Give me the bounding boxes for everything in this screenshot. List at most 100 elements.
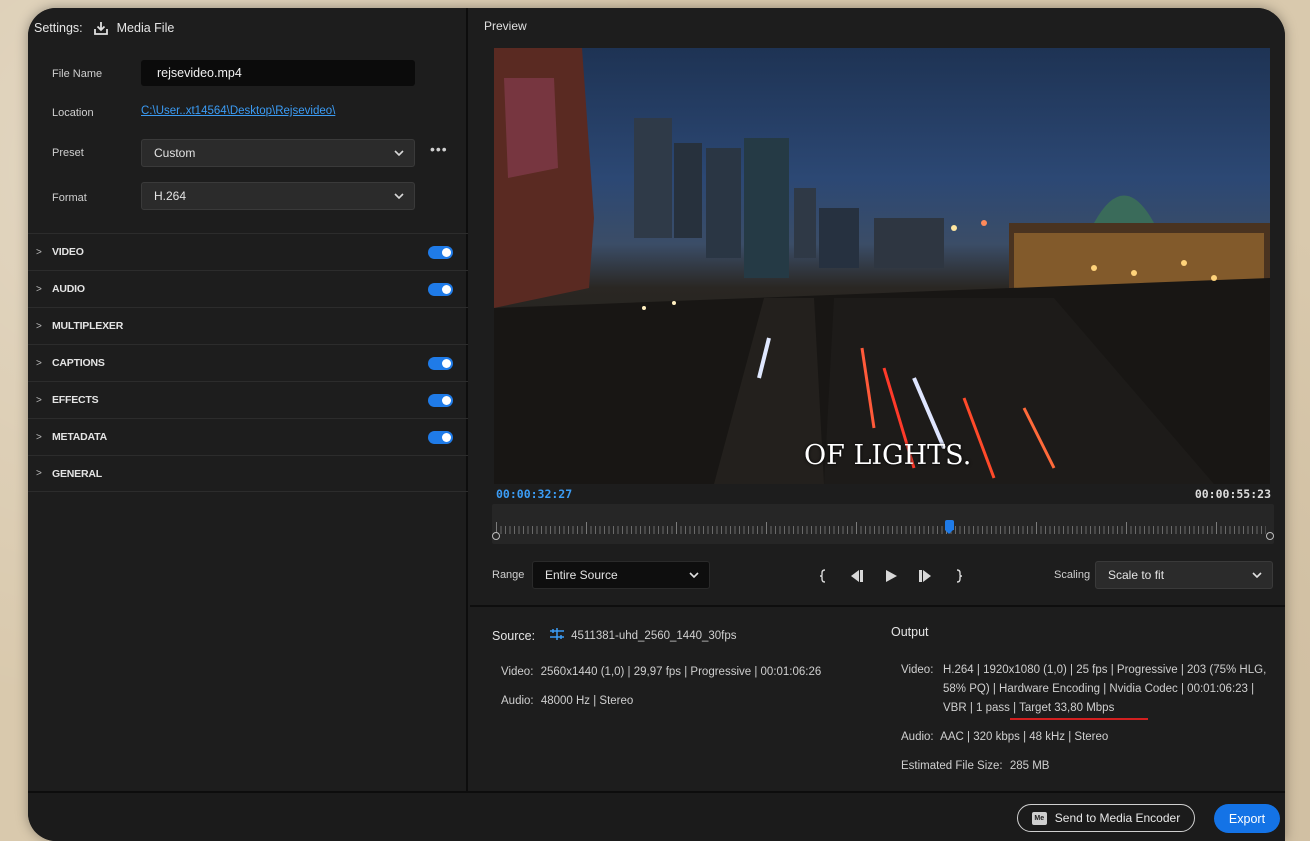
- output-video-lines: H.264 | 1920x1080 (1,0) | 25 fps | Progr…: [943, 661, 1283, 718]
- estimated-size-value: 285 MB: [1009, 760, 1050, 772]
- section-video[interactable]: > VIDEO: [28, 233, 468, 270]
- section-label: CAPTIONS: [52, 357, 105, 369]
- city-night-scene: [494, 48, 1270, 484]
- output-audio-value: AAC | 320 kbps | 48 kHz | Stereo: [940, 731, 1109, 743]
- send-to-media-encoder-label: Send to Media Encoder: [1054, 811, 1181, 825]
- range-label: Range: [492, 569, 525, 581]
- section-captions[interactable]: > CAPTIONS: [28, 344, 468, 381]
- preview-panel: Preview OF LIGHTS. 00:00:32:27 00:00:55:…: [470, 8, 1285, 791]
- scaling-select[interactable]: Scale to fit: [1095, 561, 1273, 589]
- caption-overlay: OF LIGHTS.: [804, 440, 972, 471]
- media-encoder-icon: Me: [1031, 811, 1047, 825]
- video-toggle[interactable]: [428, 246, 453, 259]
- format-value: H.264: [154, 189, 187, 203]
- export-dialog: Settings: Media File File Name Location …: [28, 8, 1285, 841]
- chevron-right-icon: >: [36, 468, 42, 479]
- chevron-down-icon: [384, 193, 414, 199]
- chevron-down-icon: [679, 572, 709, 578]
- source-audio-value: 48000 Hz | Stereo: [540, 695, 634, 707]
- set-out-point-icon[interactable]: [942, 565, 976, 587]
- section-metadata[interactable]: > METADATA: [28, 418, 468, 455]
- out-point-handle[interactable]: [1266, 532, 1274, 540]
- range-select[interactable]: Entire Source: [532, 561, 710, 589]
- in-point-handle[interactable]: [492, 532, 500, 540]
- timeline-major-ticks: [496, 522, 1266, 534]
- sequence-icon: [549, 627, 565, 644]
- step-back-icon[interactable]: [840, 565, 874, 587]
- output-video-line-1: H.264 | 1920x1080 (1,0) | 25 fps | Progr…: [943, 664, 1267, 676]
- output-video-key: Video:: [901, 664, 934, 676]
- destination-label: Media File: [116, 21, 175, 35]
- preset-label: Preset: [52, 147, 84, 159]
- settings-panel: Settings: Media File File Name Location …: [28, 8, 468, 791]
- source-video-value: 2560x1440 (1,0) | 29,97 fps | Progressiv…: [540, 666, 822, 678]
- section-label: METADATA: [52, 431, 107, 443]
- output-video-key-wrap: Video:: [901, 661, 937, 680]
- metadata-toggle[interactable]: [428, 431, 453, 444]
- step-forward-icon[interactable]: [908, 565, 942, 587]
- estimated-size-key: Estimated File Size:: [901, 760, 1003, 772]
- output-video-line-3: VBR | 1 pass | Target 33,80 Mbps: [943, 702, 1115, 714]
- preset-value: Custom: [154, 146, 196, 160]
- source-name: 4511381-uhd_2560_1440_30fps: [571, 629, 737, 642]
- range-value: Entire Source: [545, 568, 618, 582]
- chevron-right-icon: >: [36, 357, 42, 369]
- video-preview: OF LIGHTS.: [494, 48, 1270, 484]
- file-name-label: File Name: [52, 68, 103, 80]
- output-audio-key: Audio:: [901, 731, 934, 743]
- current-timecode[interactable]: 00:00:32:27: [496, 487, 572, 501]
- transport-controls: [806, 565, 976, 587]
- chevron-right-icon: >: [36, 283, 42, 295]
- source-video-key: Video:: [501, 666, 534, 678]
- preset-more-button[interactable]: •••: [430, 141, 448, 157]
- end-timecode: 00:00:55:23: [1194, 487, 1271, 501]
- settings-sections: > VIDEO > AUDIO > MULTIPLEXER > CAPTIONS…: [28, 233, 468, 492]
- format-select[interactable]: H.264: [141, 182, 415, 210]
- settings-title: Settings:: [34, 21, 83, 35]
- dialog-footer: Me Send to Media Encoder Export: [28, 791, 1285, 841]
- location-label: Location: [52, 107, 94, 119]
- scaling-value: Scale to fit: [1108, 568, 1165, 582]
- target-bitrate-underline: [1010, 718, 1148, 720]
- output-video-line-2: 58% PQ) | Hardware Encoding | Nvidia Cod…: [943, 683, 1255, 695]
- timeline-scrubber[interactable]: [492, 504, 1274, 544]
- estimated-size-line: Estimated File Size: 285 MB: [901, 757, 1049, 776]
- section-label: VIDEO: [52, 246, 84, 258]
- playhead-handle[interactable]: [944, 520, 954, 534]
- section-effects[interactable]: > EFFECTS: [28, 381, 468, 418]
- chevron-right-icon: >: [36, 394, 42, 406]
- effects-toggle[interactable]: [428, 394, 453, 407]
- export-button[interactable]: Export: [1214, 804, 1280, 833]
- format-label: Format: [52, 192, 87, 204]
- location-link[interactable]: C:\User..xt14564\Desktop\Rejsevideo\: [141, 105, 335, 117]
- chevron-right-icon: >: [36, 320, 42, 332]
- section-general[interactable]: > GENERAL: [28, 455, 468, 492]
- preview-title: Preview: [484, 19, 527, 33]
- set-in-point-icon[interactable]: [806, 565, 840, 587]
- captions-toggle[interactable]: [428, 357, 453, 370]
- chevron-right-icon: >: [36, 431, 42, 443]
- section-label: MULTIPLEXER: [52, 320, 124, 332]
- section-label: EFFECTS: [52, 394, 99, 406]
- audio-toggle[interactable]: [428, 283, 453, 296]
- play-icon[interactable]: [874, 565, 908, 587]
- download-icon[interactable]: [93, 20, 109, 36]
- section-label: GENERAL: [52, 467, 102, 480]
- file-name-input[interactable]: [141, 60, 415, 86]
- output-audio-line: Audio: AAC | 320 kbps | 48 kHz | Stereo: [901, 728, 1108, 747]
- scaling-label: Scaling: [1054, 569, 1091, 581]
- source-output-summary: Source: 4511381-uhd_2560_1440_30fps Vide…: [470, 605, 1285, 791]
- chevron-right-icon: >: [36, 246, 42, 258]
- source-audio-key: Audio:: [501, 695, 534, 707]
- source-header: Source: 4511381-uhd_2560_1440_30fps: [492, 627, 737, 644]
- source-title: Source:: [492, 628, 536, 643]
- chevron-down-icon: [1242, 572, 1272, 578]
- send-to-media-encoder-button[interactable]: Me Send to Media Encoder: [1017, 804, 1195, 832]
- source-audio-line: Audio: 48000 Hz | Stereo: [501, 692, 633, 711]
- output-title: Output: [891, 625, 929, 639]
- preset-select[interactable]: Custom: [141, 139, 415, 167]
- section-label: AUDIO: [52, 283, 85, 295]
- section-audio[interactable]: > AUDIO: [28, 270, 468, 307]
- section-multiplexer[interactable]: > MULTIPLEXER: [28, 307, 468, 344]
- settings-header: Settings: Media File: [34, 18, 174, 38]
